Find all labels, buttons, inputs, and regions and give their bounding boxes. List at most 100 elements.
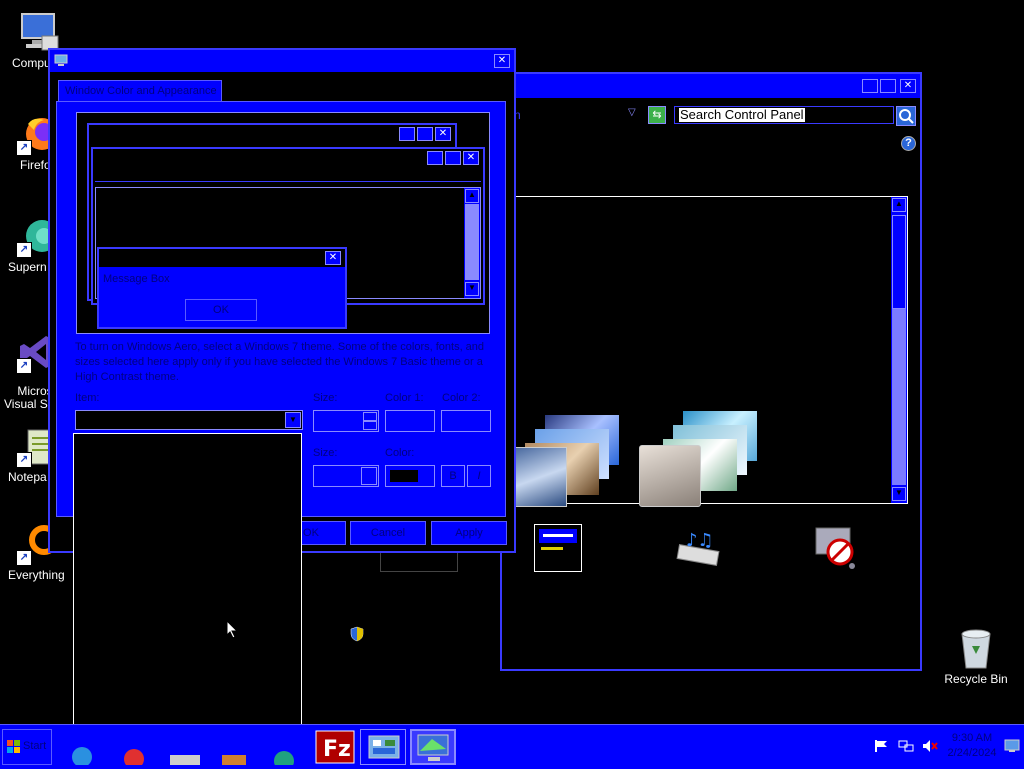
taskbar-edge2-icon[interactable] <box>262 729 308 769</box>
taskbar-control-panel-icon[interactable] <box>360 729 406 765</box>
appearance-preview: ✕ ✕ ▲ ▼ ✕ Message Box OK <box>76 112 490 334</box>
close-button[interactable]: ✕ <box>900 79 916 93</box>
bold-label: B <box>449 470 457 482</box>
shortcut-arrow-icon: ↗ <box>16 242 32 258</box>
font-size-label: Size: <box>313 447 338 459</box>
control-panel-titlebar: ✕ <box>502 74 920 98</box>
volume-muted-icon[interactable] <box>922 739 938 753</box>
maximize-button[interactable] <box>880 79 896 93</box>
theme-thumbnail-characters[interactable] <box>639 407 763 507</box>
tab-label: Window Color and Appearance <box>65 85 217 97</box>
preview-minimize-button <box>399 127 415 141</box>
clock-date: 2/24/2024 <box>947 747 997 759</box>
preview-close-button: ✕ <box>435 127 451 141</box>
desktop-icon-label: Everything <box>8 568 65 582</box>
italic-label: I <box>477 470 481 482</box>
taskbar-edge-icon[interactable] <box>66 729 112 767</box>
font-color-label: Color: <box>385 447 415 459</box>
preview-maximize-button <box>417 127 433 141</box>
show-desktop-icon[interactable] <box>1004 739 1020 753</box>
close-button[interactable]: ✕ <box>494 54 510 68</box>
dialog-titlebar: ✕ <box>50 50 514 72</box>
window-color-tile[interactable] <box>534 524 582 572</box>
scroll-track[interactable] <box>892 309 906 485</box>
preview-menu-bar <box>95 169 481 182</box>
item-label: Item: <box>75 392 100 404</box>
scroll-up-arrow-icon[interactable]: ▲ <box>892 198 906 212</box>
mouse-cursor-icon <box>226 619 240 640</box>
taskbar-keyboard-icon[interactable] <box>164 729 210 765</box>
item-dropdown-list[interactable] <box>73 433 302 750</box>
help-icon[interactable]: ? <box>901 136 916 151</box>
theme-list-scrollbar[interactable]: ▲ ▼ <box>891 197 907 503</box>
uac-shield-icon <box>350 626 364 642</box>
chevron-down-icon[interactable]: ▽ <box>628 107 636 118</box>
svg-text:♪♫: ♪♫ <box>686 530 714 551</box>
scroll-down-arrow-icon[interactable]: ▼ <box>892 487 906 501</box>
message-box-text: Message Box <box>103 273 170 285</box>
color2-label: Color 2: <box>442 392 481 404</box>
windows-logo-icon <box>7 740 21 754</box>
clock[interactable]: 9:30 AM 2/24/2024 <box>944 731 1000 761</box>
desktop-icon-recycle-bin[interactable]: Recycle Bin <box>936 626 1016 686</box>
search-icon[interactable] <box>896 106 916 126</box>
description-text: To turn on Windows Aero, select a Window… <box>75 341 485 383</box>
preview-ok-button: OK <box>185 299 257 321</box>
svg-text:Fz: Fz <box>323 737 351 762</box>
desktop-icon-label-line: Micros Visual S <box>4 384 53 411</box>
color1-label: Color 1: <box>385 392 424 404</box>
clock-time: 9:30 AM <box>951 732 993 744</box>
action-center-flag-icon[interactable] <box>874 739 890 753</box>
tab-window-color[interactable]: Window Color and Appearance <box>58 80 222 102</box>
theme-list: ▲ ▼ <box>514 196 908 507</box>
color2-button[interactable] <box>441 410 491 432</box>
color1-button[interactable] <box>385 410 435 432</box>
start-label: Start <box>23 740 47 752</box>
apply-button-label: Apply <box>455 527 483 539</box>
refresh-icon[interactable]: ⇆ <box>648 106 666 124</box>
italic-toggle[interactable]: I <box>467 465 491 487</box>
chevron-down-icon[interactable] <box>361 467 377 485</box>
control-panel-window: ✕ n ▽ ⇆ Search Control Panel ? ▲ ▼ ♪♫ <box>500 72 922 671</box>
desktop-icon-label: Recycle Bin <box>944 672 1008 686</box>
item-dropdown[interactable]: ▼ <box>75 410 303 430</box>
shortcut-arrow-icon: ↗ <box>16 452 32 468</box>
preview-minimize-button <box>427 151 443 165</box>
network-icon[interactable] <box>898 739 914 753</box>
preview-close-button: ✕ <box>325 251 341 265</box>
apply-button[interactable]: Apply <box>431 521 507 545</box>
preview-close-button: ✕ <box>463 151 479 165</box>
minimize-button[interactable] <box>862 79 878 93</box>
item-size-spinner[interactable] <box>313 410 379 432</box>
scroll-thumb[interactable] <box>892 215 906 309</box>
taskbar: Start Fz 9:30 AM 2/24/2024 <box>0 724 1024 769</box>
spin-down-icon[interactable] <box>363 421 377 430</box>
font-color-swatch <box>390 470 418 482</box>
spin-up-icon[interactable] <box>363 412 377 421</box>
cancel-button[interactable]: Cancel <box>350 521 426 545</box>
recycle-bin-icon <box>954 626 998 670</box>
theme-thumbnail-architecture[interactable] <box>515 407 625 507</box>
font-color-button[interactable] <box>385 465 435 487</box>
shortcut-arrow-icon: ↗ <box>16 140 32 156</box>
chevron-down-icon[interactable]: ▼ <box>285 412 301 428</box>
search-placeholder: Search Control Panel <box>679 107 805 122</box>
search-input[interactable]: Search Control Panel <box>674 106 894 124</box>
preview-ok-label: OK <box>213 304 229 316</box>
taskbar-appearance-icon[interactable] <box>410 729 456 765</box>
preview-message-box: ✕ Message Box OK <box>97 247 347 329</box>
address-bar[interactable]: n ▽ <box>502 104 642 126</box>
shortcut-arrow-icon: ↗ <box>16 550 32 566</box>
preview-scrollbar: ▲ ▼ <box>464 188 480 298</box>
shortcut-arrow-icon: ↗ <box>16 358 32 374</box>
start-button[interactable]: Start <box>2 729 52 765</box>
taskbar-app-icon[interactable] <box>214 729 260 765</box>
theme-glass-preview <box>639 445 701 507</box>
taskbar-filezilla-icon[interactable]: Fz <box>312 729 358 765</box>
taskbar-browser-icon[interactable] <box>114 729 160 769</box>
sounds-icon[interactable]: ♪♫ <box>672 526 726 570</box>
bold-toggle[interactable]: B <box>441 465 465 487</box>
font-size-dropdown[interactable] <box>313 465 379 487</box>
screen-saver-icon[interactable] <box>812 524 862 572</box>
preview-maximize-button <box>445 151 461 165</box>
